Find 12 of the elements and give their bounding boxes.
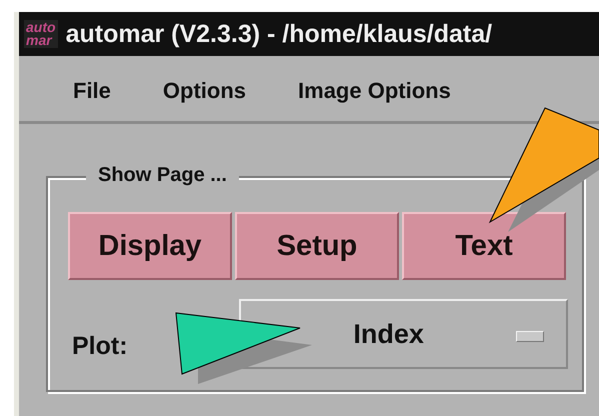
- menu-item[interactable]: Options: [162, 78, 246, 104]
- app-logo: auto mar: [24, 20, 58, 48]
- plot-label: Plot:: [71, 330, 129, 360]
- page-button[interactable]: Text: [402, 212, 566, 280]
- option-menu-indicator-icon: [516, 331, 544, 342]
- menu-item[interactable]: Image Options: [298, 78, 451, 104]
- page-button[interactable]: Setup: [235, 212, 399, 280]
- page-button[interactable]: Display: [68, 212, 232, 280]
- window-title: automar (V2.3.3) - /home/klaus/data/: [66, 20, 492, 48]
- group-title: Show Page ...: [86, 164, 239, 187]
- menu-item[interactable]: File: [73, 78, 111, 104]
- plot-dropdown[interactable]: Index: [239, 299, 568, 369]
